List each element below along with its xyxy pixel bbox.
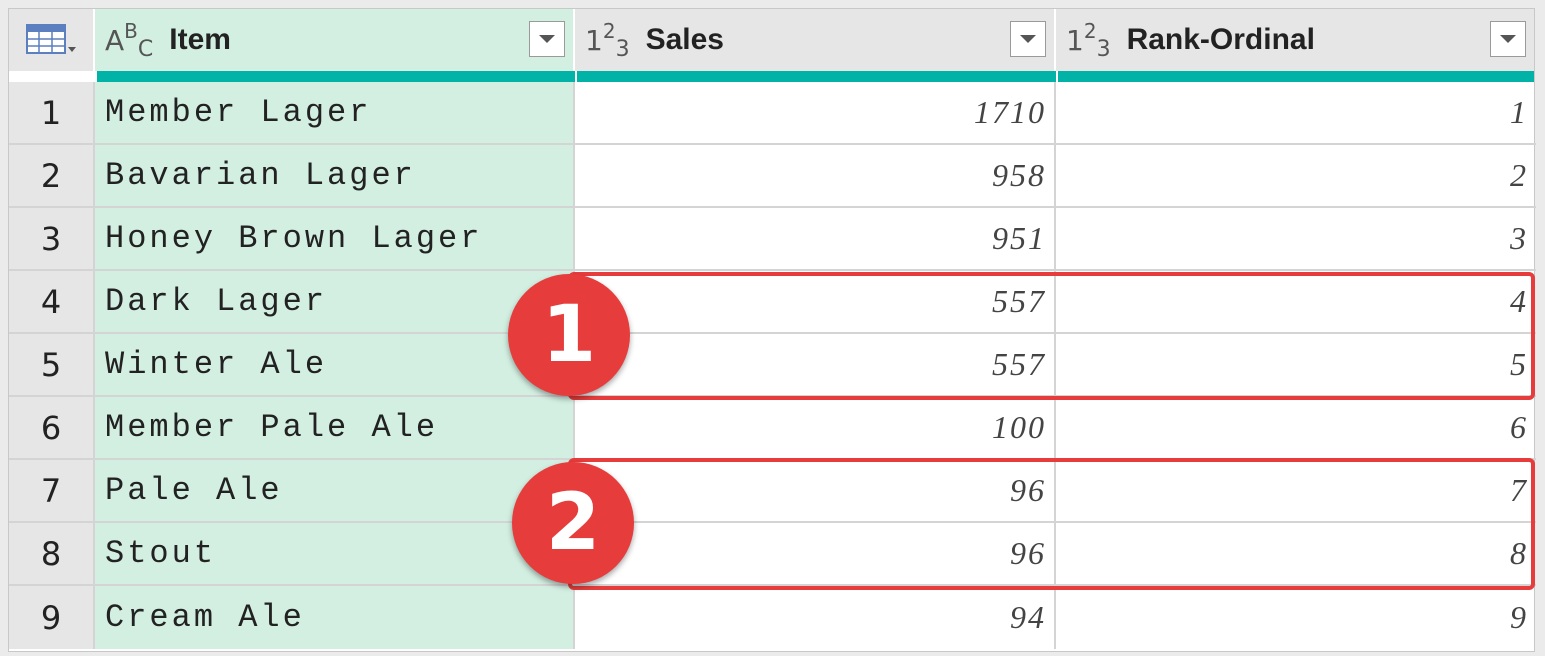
- sales-cell[interactable]: 951: [575, 208, 1056, 269]
- item-cell[interactable]: Dark Lager: [95, 271, 575, 332]
- row-number[interactable]: 4: [9, 271, 95, 332]
- item-cell[interactable]: Bavarian Lager: [95, 145, 575, 206]
- item-cell[interactable]: Stout: [95, 523, 575, 584]
- column-filter-dropdown[interactable]: [1490, 21, 1526, 57]
- highlight-box-ties-2: [568, 458, 1535, 590]
- table-menu-button[interactable]: [9, 9, 95, 71]
- number-type-icon[interactable]: 123: [1066, 19, 1111, 62]
- rank-cell[interactable]: 1: [1056, 82, 1534, 143]
- table-row[interactable]: 9 Cream Ale 94 9: [9, 586, 1536, 649]
- column-header-sales[interactable]: 123 Sales: [575, 9, 1056, 71]
- item-cell[interactable]: Honey Brown Lager: [95, 208, 575, 269]
- column-header-rank-ordinal[interactable]: 123 Rank-Ordinal: [1056, 9, 1534, 71]
- row-number[interactable]: 6: [9, 397, 95, 458]
- annotation-badge-2: 2: [512, 462, 634, 584]
- column-filter-dropdown[interactable]: [1010, 21, 1046, 57]
- table-row[interactable]: 6 Member Pale Ale 100 6: [9, 397, 1536, 460]
- rank-cell[interactable]: 2: [1056, 145, 1534, 206]
- table-row[interactable]: 3 Honey Brown Lager 951 3: [9, 208, 1536, 271]
- column-header-label: Sales: [645, 23, 724, 56]
- row-number[interactable]: 8: [9, 523, 95, 584]
- sales-cell[interactable]: 94: [575, 586, 1056, 649]
- chevron-down-icon: [1020, 35, 1036, 43]
- chevron-down-icon: [539, 35, 555, 43]
- row-number[interactable]: 9: [9, 586, 95, 649]
- column-header-item[interactable]: ABC Item: [95, 9, 575, 71]
- row-number[interactable]: 1: [9, 82, 95, 143]
- column-quality-bar: [1058, 71, 1534, 82]
- rank-cell[interactable]: 9: [1056, 586, 1534, 649]
- row-number[interactable]: 2: [9, 145, 95, 206]
- annotation-badge-1: 1: [508, 274, 630, 396]
- row-number[interactable]: 3: [9, 208, 95, 269]
- number-type-icon[interactable]: 123: [585, 19, 630, 62]
- column-header-label: Rank-Ordinal: [1126, 23, 1315, 56]
- item-cell[interactable]: Member Lager: [95, 82, 575, 143]
- row-number[interactable]: 5: [9, 334, 95, 395]
- text-type-icon[interactable]: ABC: [105, 19, 153, 62]
- item-cell[interactable]: Member Pale Ale: [95, 397, 575, 458]
- item-cell[interactable]: Cream Ale: [95, 586, 575, 649]
- column-quality-bar: [577, 71, 1056, 82]
- rank-cell[interactable]: 6: [1056, 397, 1534, 458]
- table-row[interactable]: 1 Member Lager 1710 1: [9, 82, 1536, 145]
- item-cell[interactable]: Winter Ale: [95, 334, 575, 395]
- table-row[interactable]: 2 Bavarian Lager 958 2: [9, 145, 1536, 208]
- item-cell[interactable]: Pale Ale: [95, 460, 575, 521]
- chevron-down-icon: [1500, 35, 1516, 43]
- rank-cell[interactable]: 3: [1056, 208, 1534, 269]
- column-filter-dropdown[interactable]: [529, 21, 565, 57]
- table-icon: [26, 24, 76, 54]
- column-quality-bar: [97, 71, 575, 82]
- row-number[interactable]: 7: [9, 460, 95, 521]
- column-header-label: Item: [169, 23, 231, 56]
- highlight-box-ties-1: [568, 272, 1535, 400]
- sales-cell[interactable]: 958: [575, 145, 1056, 206]
- column-header-row: ABC Item 123 Sales 123 Rank-Ordinal: [9, 9, 1536, 71]
- sales-cell[interactable]: 1710: [575, 82, 1056, 143]
- sales-cell[interactable]: 100: [575, 397, 1056, 458]
